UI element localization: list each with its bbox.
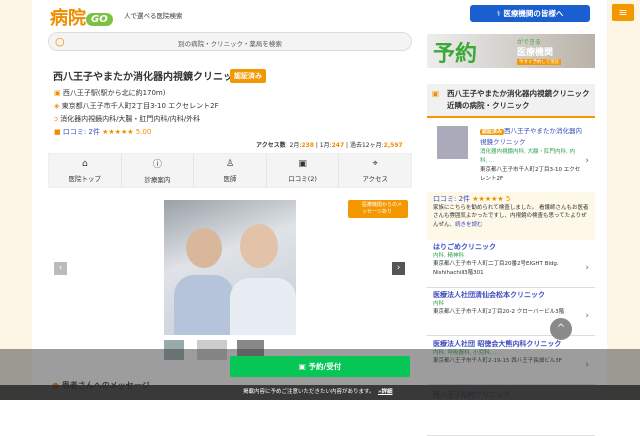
- clinic-photo: [164, 200, 296, 335]
- tagline: 人で選べる医院検索: [124, 12, 183, 20]
- hospital-icon: ▣: [432, 89, 440, 98]
- left-gutter: [0, 0, 32, 400]
- departments-row: ↄ 消化器内視鏡内科/大腸・肛門内科/内科/外科: [54, 115, 201, 123]
- station-row: ▣ 西八王子駅(駅から北に約170m): [54, 89, 166, 97]
- next-photo-button[interactable]: ›: [392, 262, 405, 275]
- read-more-link[interactable]: 続きを読む: [455, 222, 483, 228]
- prev-photo-button[interactable]: ‹: [54, 262, 67, 275]
- tab-info[interactable]: ⓘ 診療案内: [122, 154, 195, 187]
- verified-badge: 認証済み: [230, 69, 266, 83]
- search-input[interactable]: ○ 別の病院・クリニック・薬局を検索: [48, 32, 412, 51]
- for-medical-institutions-button[interactable]: ⚕ 医療機関の皆様へ: [470, 5, 590, 22]
- clinic-tabs: ⌂ 医院トップ ⓘ 診療案内 ♙ 医師 ▣ 口コミ(2) ⌖ アクセス: [48, 153, 412, 188]
- chevron-right-icon: ›: [585, 262, 589, 273]
- reserve-button[interactable]: ▣ 予約/受付: [230, 356, 410, 377]
- search-placeholder: 別の病院・クリニック・薬局を検索: [178, 40, 282, 48]
- chevron-right-icon: ›: [585, 310, 589, 321]
- access-count: アクセス数 2月:238 | 1月:247 | 過去12ヶ月:2,597: [256, 142, 403, 149]
- calendar-icon: ▣: [298, 362, 309, 371]
- tab-doctor[interactable]: ♙ 医師: [194, 154, 267, 187]
- clinic-name: 西八王子やまたか消化器内視鏡クリニック: [53, 72, 243, 83]
- tab-map[interactable]: ⌖ アクセス: [339, 154, 411, 187]
- sidebar-nearby-clinic[interactable]: はりごめクリニック 内科, 精神科 東京都八王子市千人町二丁目20番2号EIGHT …: [427, 240, 595, 288]
- tab-review[interactable]: ▣ 口コミ(2): [267, 154, 340, 187]
- map-icon: ⌖: [372, 158, 378, 169]
- reviews-row[interactable]: ■ 口コミ: 2件 ★★★★★ 5.00: [54, 127, 151, 137]
- notice-bar: 掲載内容に予めご注意いただきたい内容があります。 »詳細: [0, 385, 640, 400]
- reservation-ad-banner[interactable]: 予約 ができる 医療機関 今すぐ予約して受診: [427, 34, 595, 68]
- hamburger-icon[interactable]: ≡: [612, 4, 634, 21]
- sidebar-review: 口コミ: 2件 ★★★★★ 5 家族にこちらを勧められて検査しました。 看護師さ…: [427, 192, 595, 240]
- review-icon: ▣: [298, 158, 307, 169]
- message-badge[interactable]: 医療機関からのメッセージあり: [348, 200, 408, 218]
- home-icon: ⌂: [81, 158, 88, 169]
- train-icon: ▣: [54, 89, 63, 97]
- sidebar-title: ▣ 西八王子やまたか消化器内視鏡クリニック 近隣の病院・クリニック: [427, 84, 595, 118]
- logo[interactable]: 病院 GO: [50, 4, 113, 30]
- right-gutter: [607, 0, 640, 400]
- chevron-right-icon: ›: [585, 156, 589, 166]
- location-icon: ◈: [54, 102, 62, 110]
- chat-icon: ■: [54, 128, 63, 136]
- scroll-to-top-button[interactable]: ^: [550, 318, 572, 340]
- tab-home[interactable]: ⌂ 医院トップ: [49, 154, 122, 187]
- sidebar-featured-clinic[interactable]: 認証済み 西八王子やまたか消化器内視鏡クリニック 消化器内視鏡内科, 大腸・肛門内…: [427, 120, 595, 192]
- clinic-thumbnail: [437, 126, 468, 159]
- doctor-icon: ♙: [225, 158, 235, 169]
- details-link[interactable]: »詳細: [378, 389, 393, 395]
- info-icon: ⓘ: [152, 160, 162, 170]
- address-row: ◈ 東京都八王子市千人町2丁目3-10 エクセレント2F: [54, 102, 219, 110]
